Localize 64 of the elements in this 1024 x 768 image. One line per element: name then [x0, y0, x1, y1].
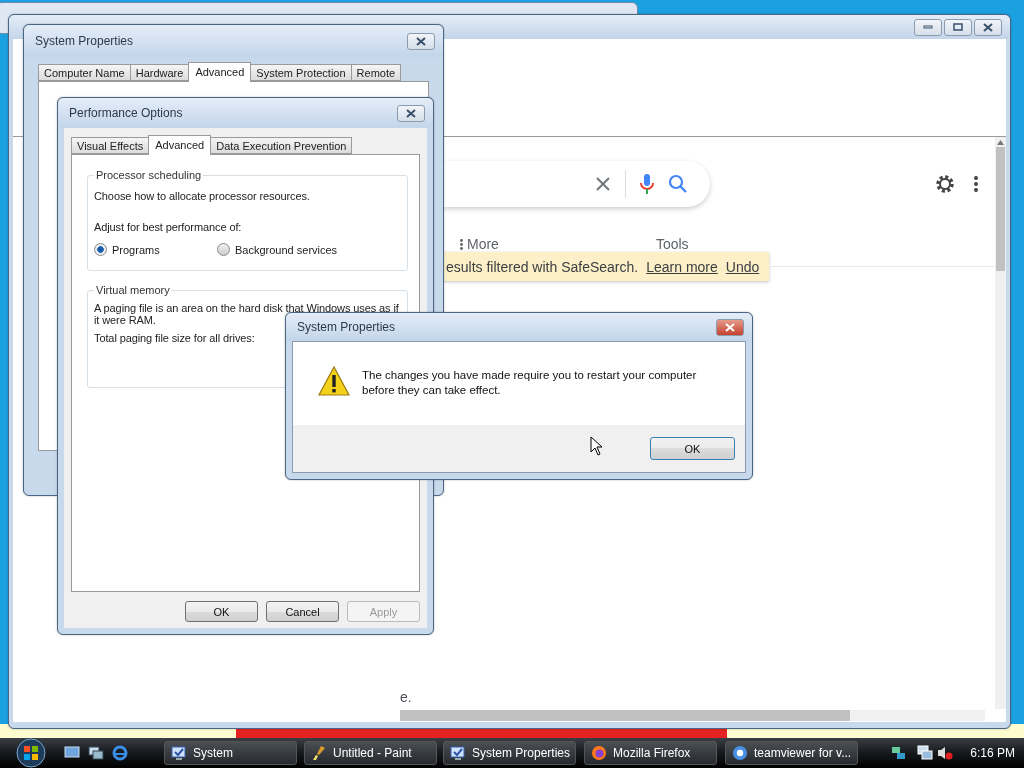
dialog-button[interactable]: Cancel — [266, 601, 339, 622]
tab[interactable]: Remote — [350, 64, 402, 81]
banner-link[interactable]: Learn more — [646, 258, 718, 275]
tab[interactable]: Computer Name — [38, 64, 131, 81]
clock[interactable]: 6:16 PM — [970, 746, 1015, 760]
minimize-button[interactable] — [914, 18, 942, 36]
more-options-icon[interactable] — [974, 176, 978, 192]
scrollbar-thumb[interactable] — [400, 710, 850, 721]
close-button[interactable] — [716, 318, 744, 336]
taskbar-button[interactable]: System — [164, 741, 297, 765]
page-text: e. — [400, 689, 413, 705]
taskbar-button[interactable]: Mozilla Firefox — [584, 741, 717, 765]
vertical-scrollbar[interactable] — [995, 137, 1006, 709]
banner-link[interactable]: Undo — [725, 258, 760, 275]
banner-text: esults filtered with SafeSearch. — [446, 258, 639, 275]
monitor-icon — [450, 745, 466, 761]
prompt-text: Adjust for best performance of: — [94, 221, 243, 233]
minimize-icon — [923, 25, 933, 29]
close-button[interactable] — [974, 18, 1002, 36]
maximize-icon — [953, 23, 963, 31]
close-button[interactable] — [407, 32, 435, 50]
brush-icon — [311, 745, 327, 761]
tab[interactable]: Advanced — [188, 62, 252, 82]
window-title: Performance Options — [69, 106, 183, 120]
taskbar-button[interactable]: System Properties — [443, 741, 576, 765]
muted-speaker-icon[interactable] — [937, 745, 954, 761]
tab[interactable]: System Protection — [250, 64, 352, 81]
taskbar-button[interactable]: Untitled - Paint — [304, 741, 437, 765]
close-icon — [416, 36, 426, 46]
maximize-button[interactable] — [944, 18, 972, 36]
warning-icon — [318, 366, 350, 396]
search-icon[interactable] — [668, 174, 688, 194]
close-icon — [406, 108, 416, 118]
monitor-icon — [171, 745, 187, 761]
tab[interactable]: Hardware — [129, 64, 190, 81]
tab[interactable]: Advanced — [148, 135, 212, 155]
scroll-up-icon[interactable] — [997, 140, 1004, 145]
dots-icon — [460, 238, 463, 250]
mouse-pointer-icon — [590, 436, 603, 456]
taskbar-button[interactable]: teamviewer for v... — [725, 741, 858, 765]
description-text: Choose how to allocate processor resources. — [94, 190, 311, 202]
group-label: Virtual memory — [94, 284, 172, 296]
more-tab[interactable]: More — [460, 236, 499, 252]
radio-option[interactable]: Background services — [217, 243, 357, 256]
radio-option[interactable]: Programs — [94, 243, 179, 256]
settings-icon[interactable] — [934, 173, 956, 195]
microphone-icon[interactable] — [640, 173, 654, 195]
close-icon — [983, 22, 993, 32]
scrollbar-thumb[interactable] — [996, 147, 1005, 271]
tools-tab[interactable]: Tools — [655, 236, 689, 252]
dialog-button[interactable]: OK — [185, 601, 258, 622]
desktop-icon[interactable] — [64, 746, 80, 760]
tab[interactable]: Visual Effects — [71, 137, 150, 154]
close-icon — [725, 322, 735, 332]
windows-icon[interactable] — [88, 746, 104, 760]
close-button[interactable] — [397, 104, 425, 122]
ok-button[interactable]: OK — [650, 437, 735, 460]
clear-icon[interactable] — [595, 176, 611, 192]
message-text: The changes you have made require you to restart your computer before they can take effect. — [362, 368, 698, 398]
group-label: Processor scheduling — [94, 169, 204, 181]
window-title: System Properties — [35, 34, 134, 48]
tab[interactable]: Data Execution Prevention — [210, 137, 353, 154]
total-label: Total paging file size for all drives: — [94, 332, 256, 344]
horizontal-scrollbar[interactable] — [400, 710, 985, 721]
